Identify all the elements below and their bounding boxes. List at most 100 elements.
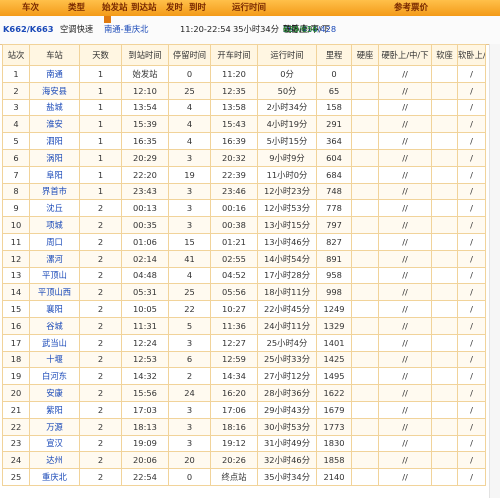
cell-col-hard-sleeper: //: [378, 165, 432, 184]
cell-col-station[interactable]: 武当山: [29, 333, 80, 352]
cell-col-runtime: 12小时23分: [257, 182, 317, 201]
cell-col-station[interactable]: 达州: [29, 451, 80, 470]
header-type: 类型: [68, 3, 86, 13]
cell-col-soft-seat: [431, 249, 458, 268]
cell-col-arrive: 19:09: [121, 434, 169, 453]
cell-col-station[interactable]: 平顶山西: [29, 283, 80, 302]
train-number-link[interactable]: K662/K663: [3, 16, 54, 42]
cell-col-stop: 25: [168, 283, 211, 302]
table-row: 9 沈丘 2 00:13 3 00:16 12小时53分 778///: [2, 199, 486, 218]
header-col-stop: 停留时间: [168, 44, 211, 66]
cell-col-station[interactable]: 紫阳: [29, 400, 80, 419]
cell-col-stop: 5: [168, 316, 211, 335]
vertical-scrollbar[interactable]: [489, 44, 500, 498]
cell-col-soft-sleeper: /: [457, 283, 486, 302]
cell-col-soft-seat: [431, 81, 458, 100]
cell-col-hard-seat: [351, 384, 379, 402]
cell-col-station[interactable]: 漯河: [29, 249, 80, 268]
cell-col-soft-sleeper: /: [457, 434, 486, 453]
cell-col-station[interactable]: 万源: [29, 417, 80, 436]
cell-col-arrive: 10:05: [121, 300, 169, 318]
header-train-number: 车次: [22, 3, 40, 13]
cell-col-station[interactable]: 宣汉: [29, 434, 80, 453]
cell-col-runtime: 50分: [257, 81, 317, 100]
cell-col-station[interactable]: 界首市: [29, 182, 80, 201]
cell-col-distance: 891: [316, 249, 352, 268]
cell-col-soft-seat: [431, 400, 458, 419]
train-duration: 35小时34分: [233, 24, 280, 34]
table-row: 7 阜阳 1 22:20 19 22:39 11小时0分 684///: [2, 165, 486, 184]
cell-col-arrive: 23:43: [121, 182, 169, 201]
table-row: 2 海安县 1 12:10 25 12:35 50分 65///: [2, 81, 486, 100]
cell-col-stop: 41: [168, 249, 211, 268]
cell-col-station-index: 7: [2, 165, 30, 184]
cell-col-runtime: 18小时11分: [257, 283, 317, 302]
cell-col-arrive: 05:31: [121, 283, 169, 302]
cell-col-station[interactable]: 沈丘: [29, 199, 80, 218]
cell-col-station[interactable]: 周口: [29, 232, 80, 251]
cell-col-station[interactable]: 襄阳: [29, 300, 80, 318]
cell-col-arrive: 12:53: [121, 350, 169, 369]
cell-col-depart: 22:39: [210, 165, 258, 184]
cell-col-soft-seat: [431, 165, 458, 184]
cell-col-distance: 1622: [316, 384, 352, 402]
train-type: 空调快速: [60, 24, 94, 34]
cell-col-distance: 778: [316, 199, 352, 218]
table-row: 16 谷城 2 11:31 5 11:36 24小时11分 1329///: [2, 316, 486, 335]
cell-col-runtime: 5小时15分: [257, 132, 317, 150]
cell-col-stop: 24: [168, 384, 211, 402]
cell-col-soft-sleeper: /: [457, 249, 486, 268]
cell-col-station[interactable]: 淮安: [29, 115, 80, 134]
header-col-runtime: 运行时间: [257, 44, 317, 66]
cell-col-distance: 1495: [316, 367, 352, 386]
cell-col-stop: 4: [168, 132, 211, 150]
cell-col-station[interactable]: 涡阳: [29, 148, 80, 167]
cell-col-station-index: 11: [2, 232, 30, 251]
cell-col-hard-seat: [351, 333, 379, 352]
cell-col-arrive: 20:29: [121, 148, 169, 167]
cell-col-hard-seat: [351, 81, 379, 100]
cell-col-station-index: 18: [2, 350, 30, 369]
cell-col-hard-seat: [351, 182, 379, 201]
cell-col-station[interactable]: 海安县: [29, 81, 80, 100]
cell-col-distance: 1679: [316, 400, 352, 419]
cell-col-station[interactable]: 泗阳: [29, 132, 80, 150]
table-row: 19 白河东 2 14:32 2 14:34 27小时12分 1495///: [2, 367, 486, 386]
cell-col-arrive: 15:56: [121, 384, 169, 402]
cell-col-station[interactable]: 白河东: [29, 367, 80, 386]
cell-col-soft-seat: [431, 266, 458, 285]
cell-col-station[interactable]: 十堰: [29, 350, 80, 369]
cell-col-station[interactable]: 平顶山: [29, 266, 80, 285]
cell-col-depart: 11:20: [210, 65, 258, 83]
cell-col-arrive: 16:35: [121, 132, 169, 150]
cell-col-station-index: 22: [2, 417, 30, 436]
cell-col-station[interactable]: 安康: [29, 384, 80, 402]
cell-col-soft-sleeper: /: [457, 417, 486, 436]
cell-col-soft-seat: [431, 216, 458, 234]
cell-col-depart: 13:58: [210, 98, 258, 117]
cell-col-stop: 4: [168, 266, 211, 285]
cell-col-station[interactable]: 南通: [29, 65, 80, 83]
cell-col-arrive: 17:03: [121, 400, 169, 419]
cell-col-station-index: 24: [2, 451, 30, 470]
cell-col-hard-seat: [351, 249, 379, 268]
cell-col-days: 2: [79, 434, 122, 453]
train-times: 11:20-22:54: [180, 24, 231, 34]
cell-col-station[interactable]: 重庆北: [29, 468, 80, 486]
cell-col-soft-sleeper: /: [457, 98, 486, 117]
cell-col-hard-seat: [351, 232, 379, 251]
cell-col-station[interactable]: 项城: [29, 216, 80, 234]
cell-col-station[interactable]: 盐城: [29, 98, 80, 117]
table-row: 10 项城 2 00:35 3 00:38 13小时15分 797///: [2, 216, 486, 234]
train-summary-row[interactable]: K662/K663. 空调快速 南通-重庆北 11:20-22:54 35小时3…: [0, 16, 500, 45]
cell-col-station-index: 20: [2, 384, 30, 402]
cell-col-station[interactable]: 阜阳: [29, 165, 80, 184]
cell-col-depart: 17:06: [210, 400, 258, 419]
train-route-link[interactable]: 南通-重庆北: [104, 16, 148, 42]
cell-col-hard-sleeper: //: [378, 182, 432, 201]
cell-col-depart: 18:16: [210, 417, 258, 436]
cell-col-station[interactable]: 谷城: [29, 316, 80, 335]
cell-col-soft-sleeper: /: [457, 333, 486, 352]
table-body: 1 南通 1 始发站 0 11:20 0分 0///2 海安县 1 12:10 25 12:35 50分 6…: [2, 65, 486, 486]
header-arrive-time: 到时: [189, 3, 207, 13]
